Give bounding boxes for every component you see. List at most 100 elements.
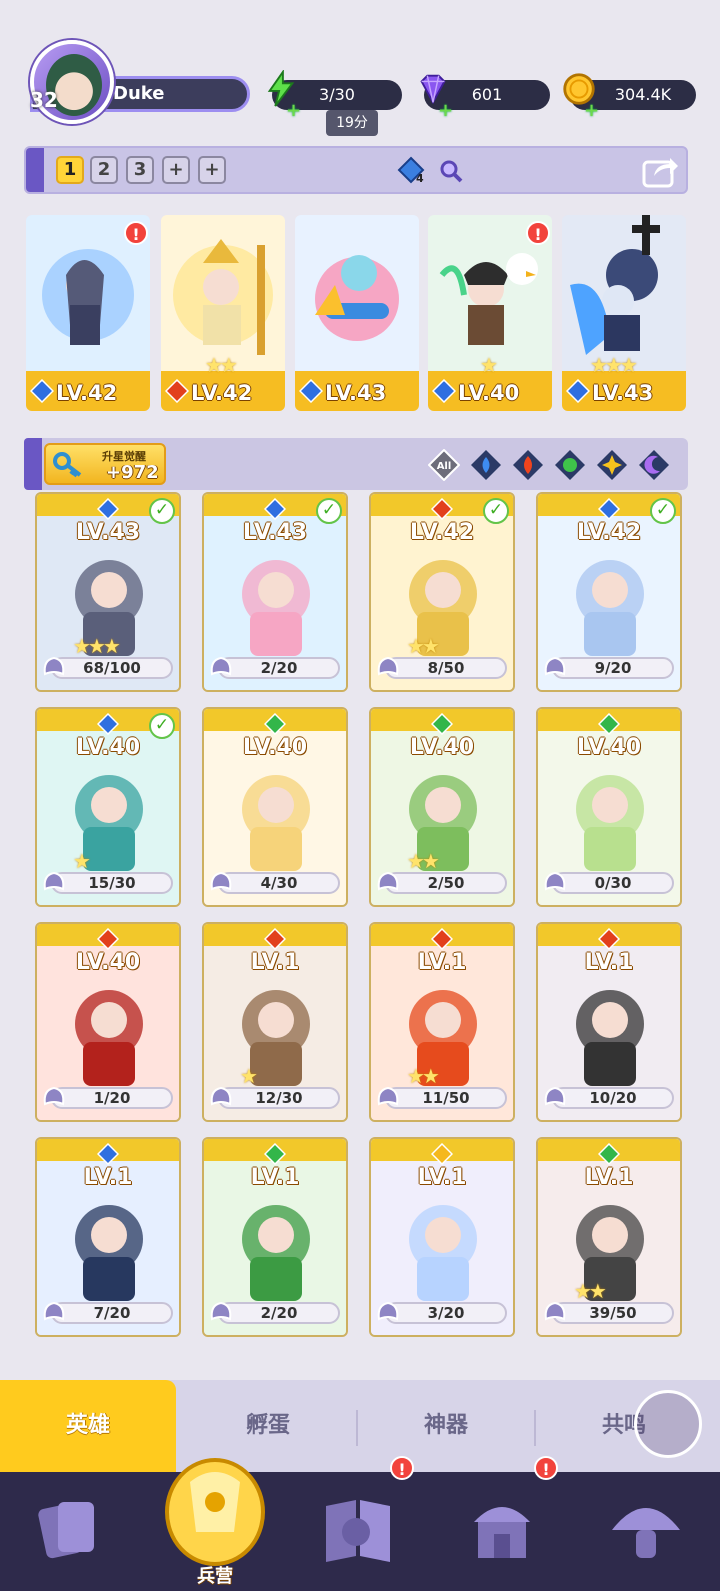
hero-card[interactable]: LV.1 3/20 xyxy=(369,1137,515,1337)
team-slot-1[interactable]: 1 xyxy=(56,156,84,184)
check-icon: ✓ xyxy=(650,498,676,524)
team-hero-card-4[interactable]: ★ LV.40 ! xyxy=(428,215,552,411)
hero-level: LV.1 xyxy=(250,950,300,975)
team-slot-add-2[interactable]: + xyxy=(198,156,226,184)
water-element-icon xyxy=(432,379,456,403)
hero-card[interactable]: LV.40 ★★ 2/50 xyxy=(369,707,515,907)
team-slot-2[interactable]: 2 xyxy=(90,156,118,184)
alert-badge: ! xyxy=(534,1456,558,1480)
filter-light-icon[interactable] xyxy=(596,449,628,481)
hero-level: LV.1 xyxy=(584,1165,634,1190)
energy-counter[interactable]: + 3/30 xyxy=(267,70,402,121)
hero-card[interactable]: LV.43 2/20 ✓ xyxy=(202,492,348,692)
temple-icon[interactable] xyxy=(460,1486,544,1570)
star-rating: ★★ xyxy=(407,1064,440,1088)
player-level: 32 xyxy=(30,88,58,112)
team-hero-card-1[interactable]: LV.42 ! xyxy=(26,215,150,411)
hero-card[interactable]: LV.42 9/20 ✓ xyxy=(536,492,682,692)
water-element-icon xyxy=(97,498,119,520)
shard-progress: 10/20 xyxy=(552,1087,674,1109)
nature-element-icon xyxy=(264,1143,286,1165)
filter-nature-icon[interactable] xyxy=(554,449,586,481)
hero-level: LV.1 xyxy=(584,950,634,975)
shard-progress: 2/20 xyxy=(218,1302,340,1324)
energy-value: 3/30 xyxy=(319,85,355,104)
hero-card[interactable]: LV.42 ★★ 8/50 ✓ xyxy=(369,492,515,692)
team-slot-3[interactable]: 3 xyxy=(126,156,154,184)
gem-counter[interactable]: + 601 xyxy=(420,74,550,121)
team-hero-level: LV.40 xyxy=(458,381,520,405)
hero-card[interactable]: LV.43 ★★★ 68/100 ✓ xyxy=(35,492,181,692)
fire-element-icon xyxy=(431,928,453,950)
shard-icon xyxy=(377,1086,399,1106)
top-bar: Duke 32 + 3/30 19分 + 601 + 304.4K xyxy=(0,40,720,140)
hero-level: LV.40 xyxy=(576,735,642,760)
shard-progress: 9/20 xyxy=(552,657,674,679)
check-icon: ✓ xyxy=(316,498,342,524)
energy-plus-icon[interactable]: + xyxy=(286,96,301,126)
map-book-icon[interactable] xyxy=(316,1486,400,1570)
shard-progress: 11/50 xyxy=(385,1087,507,1109)
hero-card[interactable]: LV.1 ★★ 11/50 xyxy=(369,922,515,1122)
team-hero-level: LV.42 xyxy=(56,381,118,405)
nature-element-icon xyxy=(598,1143,620,1165)
team-hero-card-3[interactable]: LV.43 xyxy=(295,215,419,411)
hero-card[interactable]: LV.40 1/20 xyxy=(35,922,181,1122)
filter-water-icon[interactable] xyxy=(470,449,502,481)
fire-element-icon xyxy=(431,498,453,520)
hero-card[interactable]: LV.40 ★ 15/30 ✓ xyxy=(35,707,181,907)
star-awaken-button[interactable]: 升星觉醒 +972 xyxy=(44,443,166,485)
team-selector-bar: 1 2 3 + + 4 xyxy=(24,146,688,194)
nature-element-icon xyxy=(431,713,453,735)
star-rating: ★ xyxy=(73,849,91,873)
search-icon[interactable] xyxy=(438,158,464,184)
filter-dark-icon[interactable] xyxy=(638,449,670,481)
hero-card[interactable]: LV.40 0/30 xyxy=(536,707,682,907)
star-rating: ★ xyxy=(240,1064,258,1088)
hero-card[interactable]: LV.1 ★★ 39/50 xyxy=(536,1137,682,1337)
water-element-icon xyxy=(30,379,54,403)
hero-card[interactable]: LV.1 7/20 xyxy=(35,1137,181,1337)
shard-progress: 3/20 xyxy=(385,1302,507,1324)
floating-assist-button[interactable] xyxy=(634,1390,702,1458)
shard-icon xyxy=(210,871,232,891)
hero-level: LV.1 xyxy=(83,1165,133,1190)
star-rating: ★★ xyxy=(407,849,440,873)
hero-card[interactable]: LV.1 10/20 xyxy=(536,922,682,1122)
hero-card[interactable]: LV.40 4/30 xyxy=(202,707,348,907)
cards-icon[interactable] xyxy=(28,1486,112,1570)
shard-icon xyxy=(43,656,65,676)
shard-icon xyxy=(210,656,232,676)
gold-counter[interactable]: + 304.4K xyxy=(563,73,696,121)
hero-level: LV.1 xyxy=(417,1165,467,1190)
shard-icon xyxy=(544,871,566,891)
hero-card[interactable]: LV.1 2/20 xyxy=(202,1137,348,1337)
filter-all-icon[interactable]: All xyxy=(428,449,460,481)
tab-heroes[interactable]: 英雄 xyxy=(0,1380,176,1472)
shard-progress: 7/20 xyxy=(51,1302,173,1324)
check-icon: ✓ xyxy=(483,498,509,524)
water-element-icon xyxy=(97,1143,119,1165)
hero-card[interactable]: LV.1 ★ 12/30 xyxy=(202,922,348,1122)
tab-artifacts[interactable]: 神器 xyxy=(358,1380,534,1472)
team-hero-level: LV.42 xyxy=(191,381,253,405)
shard-progress: 4/30 xyxy=(218,872,340,894)
alert-badge: ! xyxy=(526,221,550,245)
team-slot-add-1[interactable]: + xyxy=(162,156,190,184)
gem-plus-icon[interactable]: + xyxy=(438,96,453,126)
shard-progress: 68/100 xyxy=(51,657,173,679)
water-element-icon xyxy=(97,713,119,735)
share-icon[interactable] xyxy=(642,154,680,188)
team-hero-card-5[interactable]: ★★★ LV.43 xyxy=(562,215,686,411)
fire-element-icon xyxy=(598,928,620,950)
filter-fire-icon[interactable] xyxy=(512,449,544,481)
alert-badge: ! xyxy=(124,221,148,245)
water-count: 4 xyxy=(416,172,424,185)
mushroom-icon[interactable] xyxy=(604,1486,688,1570)
shard-progress: 8/50 xyxy=(385,657,507,679)
hero-level: LV.40 xyxy=(75,735,141,760)
hero-level: LV.40 xyxy=(409,735,475,760)
gold-plus-icon[interactable]: + xyxy=(584,96,599,126)
alert-badge: ! xyxy=(390,1456,414,1480)
team-hero-card-2[interactable]: ★★ LV.42 xyxy=(161,215,285,411)
